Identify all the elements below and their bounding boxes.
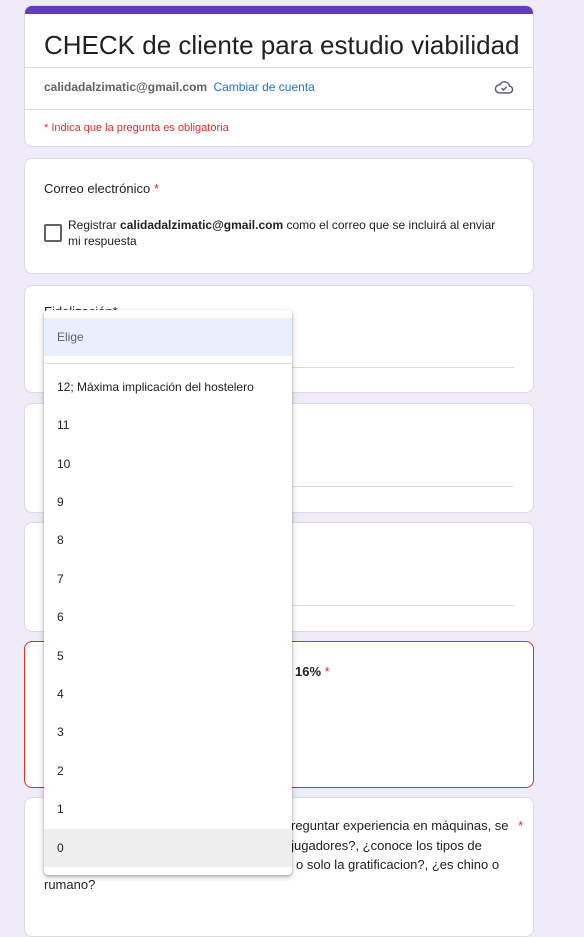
required-note: * Indica que la pregunta es obligatoria (44, 122, 229, 134)
cloud-icon (494, 81, 514, 94)
required-asterisk: * (324, 664, 330, 679)
header-accent-stripe (25, 6, 533, 14)
dropdown-option-4[interactable]: 4 (44, 675, 292, 713)
required-asterisk: * (153, 181, 159, 196)
dropdown-placeholder-option[interactable]: Elige (44, 318, 292, 356)
header-divider-2 (25, 109, 533, 110)
dropdown-option-1[interactable]: 1 (44, 790, 292, 828)
email-question-card: Correo electrónico * Registrar calidadal… (24, 158, 534, 274)
last-question-line3: o solo la gratificacion?, ¿es chino o (296, 857, 500, 872)
dropdown-option-5[interactable]: 5 (44, 637, 292, 675)
record-email-label[interactable]: Registrar calidadalzimatic@gmail.com com… (68, 217, 508, 249)
dropdown-option-3[interactable]: 3 (44, 713, 292, 751)
dropdown-option-12[interactable]: 12; Máxima implicación del hostelero (44, 368, 292, 406)
form-title: CHECK de cliente para estudio viabilidad (44, 30, 520, 60)
dropdown-option-8[interactable]: 8 (44, 521, 292, 559)
header-divider (25, 67, 533, 68)
question-label-partial: 16% * (295, 664, 330, 679)
dropdown-option-11[interactable]: 11 (44, 406, 292, 444)
dropdown-separator (44, 363, 292, 364)
dropdown-option-9[interactable]: 9 (44, 483, 292, 521)
dropdown-option-7[interactable]: 7 (44, 560, 292, 598)
email-question-text: Correo electrónico (44, 181, 151, 196)
select-dropdown-menu[interactable]: Elige 12; Máxima implicación del hostele… (44, 310, 292, 875)
record-email-address: calidadalzimatic@gmail.com (120, 218, 284, 232)
form-header-card: CHECK de cliente para estudio viabilidad… (24, 5, 534, 147)
last-question-text: reguntar experiencia en máquinas, se (291, 818, 509, 833)
account-row: calidadalzimatic@gmail.com Cambiar de cu… (44, 80, 315, 94)
last-question-line1: reguntar experiencia en máquinas, se * (291, 818, 523, 833)
last-question-line4: rumano? (44, 877, 96, 892)
dropdown-option-6[interactable]: 6 (44, 598, 292, 636)
account-email: calidadalzimatic@gmail.com (44, 80, 208, 94)
record-email-checkbox[interactable] (44, 224, 62, 242)
record-email-prefix: Registrar (68, 218, 117, 232)
percent-text: 16% (295, 664, 322, 679)
last-question-line2: s jugadores?, ¿conoce los tipos de (281, 838, 482, 853)
dropdown-option-0[interactable]: 0 (44, 829, 292, 867)
dropdown-option-10[interactable]: 10 (44, 445, 292, 483)
required-asterisk: * (518, 818, 524, 833)
switch-account-link[interactable]: Cambiar de cuenta (213, 80, 314, 94)
dropdown-option-2[interactable]: 2 (44, 752, 292, 790)
email-question-label: Correo electrónico * (44, 181, 159, 196)
